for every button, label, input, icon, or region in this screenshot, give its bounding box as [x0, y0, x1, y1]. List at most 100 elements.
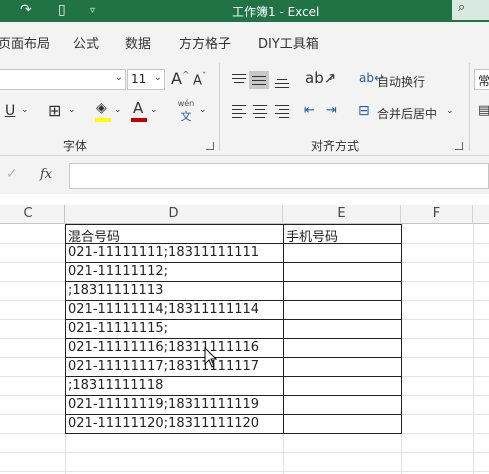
font-dialog-launcher-icon[interactable]	[206, 142, 214, 150]
grow-font-button[interactable]: A^	[171, 71, 190, 87]
font-color-swatch	[131, 118, 147, 122]
table-border-line	[65, 281, 402, 282]
column-header-e[interactable]: E	[283, 205, 401, 224]
chevron-down-icon[interactable]: ⌄	[446, 107, 454, 116]
row-gridline	[0, 452, 489, 453]
borders-icon[interactable]: ⊞	[48, 103, 61, 119]
cell-mixed-number[interactable]: ;18311111113	[68, 283, 163, 298]
table-border-line	[65, 224, 66, 434]
table-border-line	[65, 338, 402, 339]
align-bottom-button[interactable]	[272, 71, 292, 89]
redo-icon[interactable]: ↷	[20, 2, 32, 18]
cell-mixed-number[interactable]: ;18311111118	[68, 378, 163, 393]
table-border-line	[65, 262, 402, 263]
number-format-value: 常	[478, 74, 489, 88]
row-gridline	[0, 471, 489, 472]
font-name-combo[interactable]: ⌄	[0, 69, 126, 90]
caret-down-icon: ˇ	[201, 72, 207, 82]
alignment-dialog-launcher-icon[interactable]	[455, 142, 463, 150]
chevron-down-icon: ⌄	[114, 72, 123, 83]
conditional-format-icon[interactable]: ▤	[478, 104, 489, 117]
shrink-font-button[interactable]: Aˇ	[193, 72, 207, 89]
shrink-font-label: A	[193, 73, 202, 89]
table-border-line	[65, 357, 402, 358]
column-header-c[interactable]: C	[0, 205, 65, 224]
cell-mixed-number[interactable]: 021-11111114;18311111114	[68, 302, 259, 317]
tab-diy-toolbox[interactable]: DIY工具箱	[258, 33, 319, 52]
cell-mixed-number[interactable]: 021-11111117;18311111117	[68, 359, 259, 374]
group-separator	[219, 63, 220, 151]
table-border-line	[65, 395, 402, 396]
merge-center-button[interactable]: 合并后居中	[377, 105, 437, 122]
underline-button[interactable]: U	[5, 104, 15, 118]
chevron-down-icon[interactable]: ⌄	[114, 106, 122, 115]
table-border-line	[401, 224, 402, 434]
column-label: F	[432, 206, 441, 221]
font-size-value: 11	[131, 72, 147, 86]
fill-color-button[interactable]: ◈	[95, 101, 111, 123]
column-header-d[interactable]: D	[65, 205, 283, 224]
align-center-button[interactable]	[250, 102, 270, 120]
tab-data[interactable]: 数据	[125, 33, 151, 52]
tab-fangfang[interactable]: 方方格子	[179, 33, 231, 52]
font-size-combo[interactable]: 11 ⌄	[127, 69, 165, 90]
ribbon-tabs: 页面布局 公式 数据 方方格子 DIY工具箱	[0, 22, 489, 59]
alignment-group-label: 对齐方式	[311, 139, 360, 153]
merge-center-icon[interactable]: ⊟	[358, 104, 370, 118]
paint-bucket-icon: ◈	[96, 100, 107, 116]
cell-mixed-number[interactable]: 021-11111112;	[68, 264, 168, 279]
cell-mixed-number[interactable]: 021-11111116;18311111116	[68, 340, 259, 355]
align-right-button[interactable]	[272, 102, 292, 120]
chevron-down-icon[interactable]: ⌄	[21, 106, 29, 115]
customize-qat-icon[interactable]: ▿	[90, 5, 95, 16]
decrease-indent-icon[interactable]: ⇤	[304, 104, 315, 117]
chevron-down-icon[interactable]: ⌄	[68, 106, 76, 115]
cell-mixed-number[interactable]: 021-11111115;	[68, 321, 168, 336]
cell-mixed-number[interactable]: 021-11111119;18311111119	[68, 397, 259, 412]
enter-icon[interactable]: ✓	[6, 166, 18, 182]
column-label: C	[23, 206, 33, 221]
worksheet-grid[interactable]: C D E F 混合号码 手机号码 021-11111111;18311111111…	[0, 194, 489, 474]
increase-indent-icon[interactable]: ⇥	[326, 104, 337, 117]
phonetic-top: wén	[177, 99, 195, 108]
wrap-text-button[interactable]: 自动换行	[377, 73, 425, 90]
column-header-g[interactable]	[473, 205, 489, 224]
font-group-label: 字体	[63, 139, 88, 153]
phonetic-guide-button[interactable]: wén 文	[176, 99, 196, 123]
insert-function-button[interactable]: fx	[40, 167, 52, 182]
tab-page-layout[interactable]: 页面布局	[0, 33, 50, 52]
number-format-combo[interactable]: 常	[474, 69, 489, 90]
ribbon: ⌄ 11 ⌄ A^ Aˇ U ⌄ ⊞ ⌄ ◈ ⌄ A ⌄ wén 文 ⌄ 字体 …	[0, 59, 489, 156]
cell-mixed-number[interactable]: 021-11111111;18311111111	[68, 245, 259, 260]
formula-bar: ✓ fx	[0, 156, 489, 194]
column-header-f[interactable]: F	[401, 205, 473, 224]
font-color-glyph: A	[133, 99, 144, 117]
fill-color-swatch	[95, 118, 111, 122]
cell-mixed-number[interactable]: 021-11111120;18311111120	[68, 416, 259, 431]
chevron-down-icon[interactable]: ⌄	[199, 106, 207, 115]
table-border-line	[65, 224, 402, 225]
align-middle-button[interactable]	[249, 71, 269, 89]
search-icon: ⌕	[458, 0, 466, 15]
touch-mode-icon[interactable]: ▯	[58, 2, 66, 18]
mouse-cursor-icon	[204, 347, 218, 368]
align-left-button[interactable]	[229, 102, 249, 120]
group-separator	[469, 63, 470, 151]
chevron-down-icon: ⌄	[153, 72, 162, 83]
caret-up-icon: ^	[181, 70, 190, 81]
table-border-line	[65, 243, 402, 244]
tab-formulas[interactable]: 公式	[73, 33, 99, 52]
formula-input[interactable]	[69, 163, 489, 189]
column-label: E	[337, 206, 346, 221]
chevron-down-icon[interactable]: ⌄	[327, 74, 335, 83]
search-box[interactable]: ⌕	[452, 0, 489, 20]
title-bar: ↷ ▯ ▿ 工作簿1 - Excel ⌕	[0, 0, 489, 22]
font-color-button[interactable]: A	[131, 101, 147, 123]
phonetic-bottom: 文	[180, 110, 192, 123]
window-title: 工作簿1 - Excel	[232, 5, 320, 19]
chevron-down-icon[interactable]: ⌄	[150, 106, 158, 115]
table-border-line	[65, 433, 402, 434]
align-top-button[interactable]	[229, 71, 249, 89]
table-border-line	[65, 376, 402, 377]
table-border-line	[283, 224, 284, 434]
